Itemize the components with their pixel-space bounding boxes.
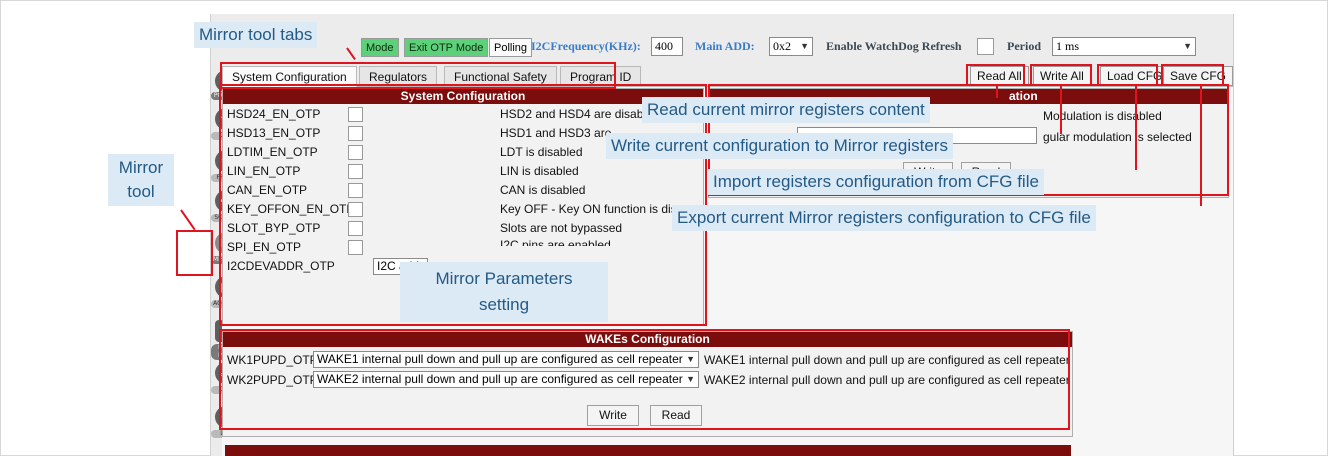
wakes-configuration-highlight-box (219, 329, 1070, 430)
callout-mirror-tool-line2: tool (127, 182, 155, 201)
otp-mode-button[interactable]: Mode (361, 38, 399, 57)
load-cfg-highlight-box (1097, 64, 1158, 86)
mirror-tool-highlight-box (176, 230, 213, 276)
exit-otp-mode-button[interactable]: Exit OTP Mode (404, 38, 489, 57)
save-cfg-leader-line (1200, 86, 1202, 206)
period-label: Period (1007, 39, 1041, 53)
callout-mirror-parameters-line1: Mirror Parameters (435, 269, 573, 288)
next-panel-header-strip (225, 445, 1071, 456)
polling-button[interactable]: Polling (489, 38, 533, 57)
main-add-value: 0x2 (773, 39, 791, 53)
callout-mirror-tool-tabs: Mirror tool tabs (194, 22, 318, 48)
i2c-frequency-input[interactable]: 400 (651, 37, 683, 56)
callout-mirror-tool: Mirror tool (108, 154, 174, 206)
top-toolbar: Mode Exit OTP Mode Polling I2CFrequency(… (211, 34, 1233, 62)
chevron-down-icon: ▼ (1183, 41, 1192, 51)
watchdog-checkbox[interactable] (977, 38, 994, 55)
callout-write: Write current configuration to Mirror re… (606, 133, 953, 159)
write-all-leader-line (1060, 86, 1062, 134)
write-all-highlight-box (1030, 64, 1092, 86)
period-select[interactable]: 1 ms ▼ (1052, 37, 1196, 56)
chevron-down-icon: ▼ (800, 41, 809, 51)
main-add-select[interactable]: 0x2 ▼ (769, 37, 813, 56)
callout-read: Read current mirror registers content (642, 97, 930, 123)
callout-mirror-tool-line1: Mirror (118, 158, 164, 177)
read-all-leader-line (996, 86, 998, 98)
callout-export: Export current Mirror registers configur… (672, 205, 1096, 231)
watchdog-label: Enable WatchDog Refresh (826, 39, 962, 53)
save-cfg-highlight-box (1161, 64, 1224, 86)
main-add-label: Main ADD: (695, 39, 755, 53)
read-all-highlight-box (966, 64, 1025, 86)
period-value: 1 ms (1056, 39, 1080, 53)
callout-mirror-parameters: Mirror Parameters setting (400, 262, 608, 322)
i2c-frequency-label: I2CFrequency(KHz): (531, 39, 641, 53)
callout-mirror-parameters-line2: setting (478, 295, 530, 314)
callout-import: Import registers configuration from CFG … (708, 169, 1044, 195)
load-cfg-leader-line (1135, 86, 1137, 170)
